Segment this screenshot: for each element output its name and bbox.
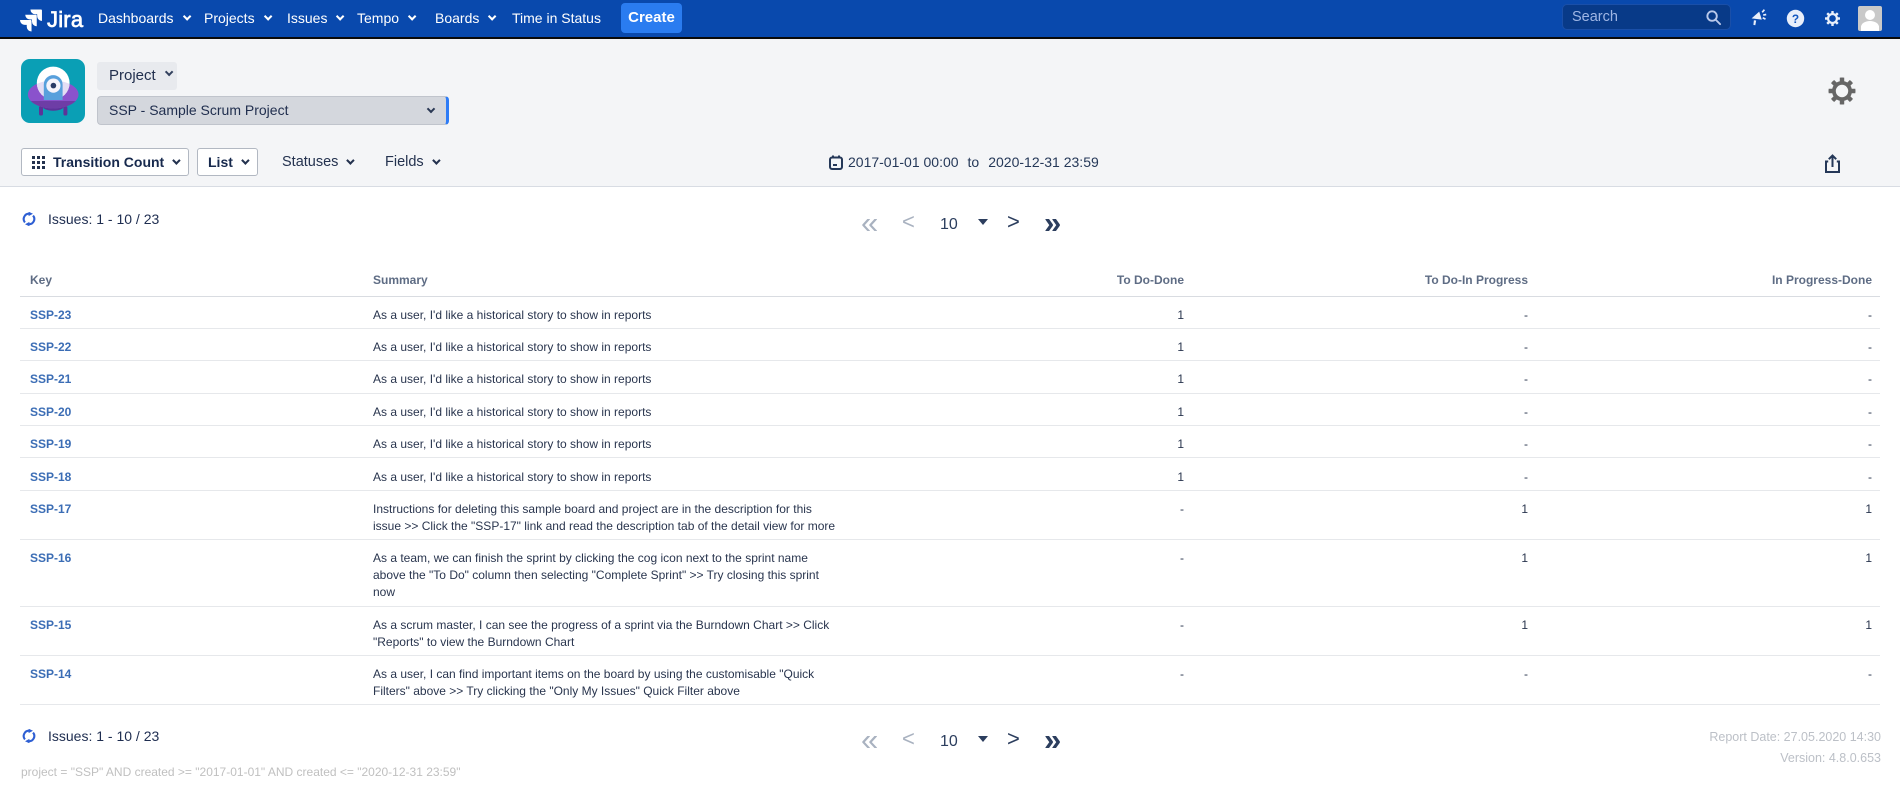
svg-text:?: ? (1792, 12, 1799, 26)
